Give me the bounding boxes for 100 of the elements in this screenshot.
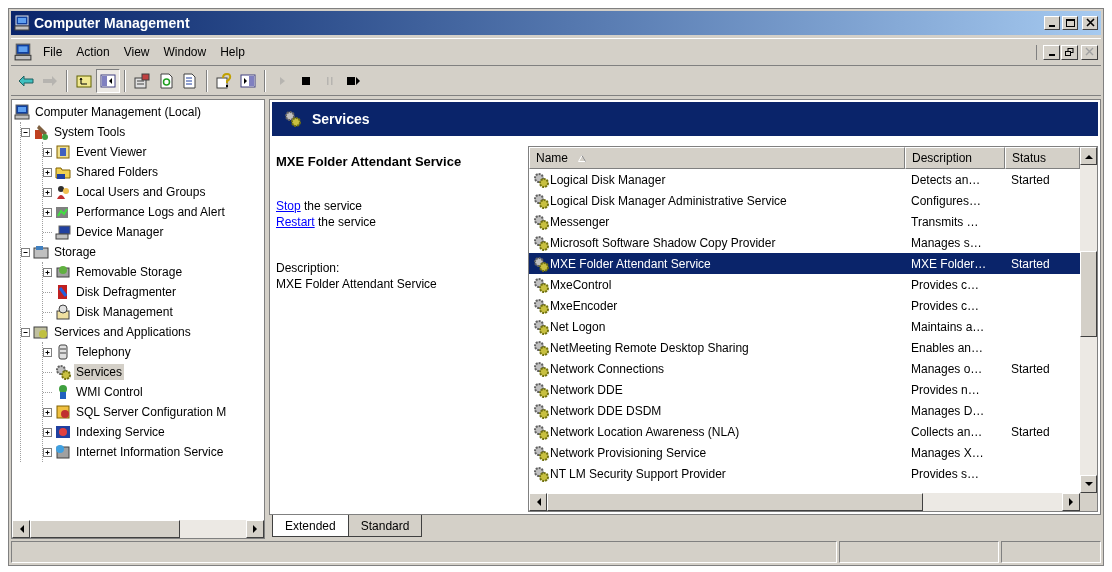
service-name: MxeEncoder — [550, 297, 618, 315]
expand-icon[interactable] — [43, 427, 52, 437]
action-link[interactable]: Stop — [276, 198, 301, 213]
service-description: Detects an… — [911, 172, 981, 187]
tree-item[interactable]: Performance Logs and Alert — [74, 204, 227, 220]
expand-icon[interactable] — [43, 267, 52, 277]
table-row[interactable]: Net Logon Maintains a… — [529, 316, 1080, 337]
column-header[interactable]: Status — [1005, 147, 1080, 169]
close-icon — [1084, 47, 1095, 57]
table-row[interactable]: Network Location Awareness (NLA) Collects an… Started — [529, 421, 1080, 442]
table-row[interactable]: Network Connections Manages o… Started — [529, 358, 1080, 379]
close-button[interactable] — [1082, 16, 1098, 30]
action-text: Stop the service — [276, 197, 364, 214]
table-row[interactable]: Network DDE Provides n… — [529, 379, 1080, 400]
computer-icon — [14, 104, 30, 120]
gears-icon — [533, 423, 549, 440]
tree-item[interactable]: Local Users and Groups — [74, 184, 208, 200]
gears-icon — [533, 360, 549, 377]
gears-icon — [533, 213, 549, 230]
left-arrow-icon — [18, 525, 24, 533]
expand-icon[interactable] — [43, 407, 52, 417]
tree-item[interactable]: Removable Storage — [74, 264, 185, 280]
service-status: Started — [1011, 172, 1050, 187]
service-description: Provides c… — [911, 298, 980, 313]
service-description: Collects an… — [911, 424, 983, 439]
view-tab[interactable]: Extended — [272, 515, 349, 537]
console-tree-button[interactable] — [96, 68, 120, 93]
right-arrow-icon — [252, 525, 258, 533]
tree-item[interactable]: Computer Management (Local) — [33, 104, 204, 120]
minimize-button[interactable] — [1044, 16, 1060, 30]
tools-icon — [33, 124, 49, 140]
table-row[interactable]: Logical Disk Manager Administrative Service Configures… — [529, 190, 1080, 211]
column-header[interactable]: Name — [529, 147, 905, 169]
collapse-icon[interactable] — [21, 247, 30, 257]
horizontal-scrollbar[interactable] — [529, 493, 1080, 511]
service-description: Maintains a… — [911, 319, 985, 334]
expand-icon[interactable] — [43, 147, 52, 157]
tree-item[interactable]: Event Viewer — [74, 144, 149, 160]
table-row[interactable]: MXE Folder Attendant Service MXE Folder… Started — [529, 253, 1080, 274]
expand-icon[interactable] — [43, 447, 52, 457]
menu-item[interactable]: File — [36, 42, 70, 62]
table-row[interactable]: Logical Disk Manager Detects an… Started — [529, 169, 1080, 190]
minimize-button[interactable] — [1043, 44, 1060, 60]
log-icon — [55, 144, 71, 160]
action-link[interactable]: Restart — [276, 214, 315, 229]
tree-item[interactable]: Telephony — [74, 344, 133, 360]
tree-item[interactable]: Services — [74, 364, 124, 380]
tree-item[interactable]: Shared Folders — [74, 164, 161, 180]
computer-icon — [14, 43, 32, 61]
scrollbar-corner — [1080, 493, 1097, 511]
minimize-icon — [1048, 54, 1055, 56]
menu-item[interactable]: Window — [156, 42, 214, 62]
gears-icon — [533, 255, 549, 272]
view-tab[interactable]: Standard — [347, 515, 423, 537]
tree-item[interactable]: Storage — [52, 244, 99, 260]
horizontal-scrollbar[interactable] — [12, 520, 264, 538]
service-name: MXE Folder Attendant Service — [550, 255, 711, 273]
pane-title: Services — [312, 109, 370, 129]
restore-button[interactable] — [1061, 44, 1078, 60]
menu-item[interactable]: Action — [69, 42, 117, 62]
help-icon — [216, 72, 232, 89]
menu-item[interactable]: View — [116, 42, 157, 62]
service-description: Manages o… — [911, 361, 983, 376]
service-description: Provides s… — [911, 466, 980, 481]
collapse-icon[interactable] — [21, 327, 30, 337]
tree-item[interactable]: WMI Control — [74, 384, 145, 400]
computer-icon — [14, 15, 30, 31]
plus-icon — [45, 429, 50, 435]
expand-icon[interactable] — [43, 347, 52, 357]
table-row[interactable]: Messenger Transmits … — [529, 211, 1080, 232]
column-header[interactable]: Description — [905, 147, 1005, 169]
plus-icon — [45, 209, 50, 215]
tree-item[interactable]: SQL Server Configuration M — [74, 404, 229, 420]
description-label: Description: — [276, 259, 341, 276]
table-row[interactable]: Microsoft Software Shadow Copy Provider Manages s… — [529, 232, 1080, 253]
minimize-icon — [1049, 25, 1055, 27]
plus-icon — [45, 449, 50, 455]
tree-item[interactable]: Disk Defragmenter — [74, 284, 179, 300]
tree-item[interactable]: Indexing Service — [74, 424, 167, 440]
gears-icon — [284, 110, 302, 128]
tree-item[interactable]: Disk Management — [74, 304, 175, 320]
tree-item[interactable]: Services and Applications — [52, 324, 193, 340]
plus-icon — [45, 189, 50, 195]
table-row[interactable]: NetMeeting Remote Desktop Sharing Enables an… — [529, 337, 1080, 358]
vertical-scrollbar[interactable] — [1080, 147, 1097, 493]
tree-item[interactable]: Internet Information Service — [74, 444, 226, 460]
table-row[interactable]: MxeEncoder Provides c… — [529, 295, 1080, 316]
table-row[interactable]: Network Provisioning Service Manages X… — [529, 442, 1080, 463]
tree-item[interactable]: Device Manager — [74, 224, 166, 240]
collapse-icon[interactable] — [21, 127, 30, 137]
expand-icon[interactable] — [43, 187, 52, 197]
table-row[interactable]: MxeControl Provides c… — [529, 274, 1080, 295]
expand-icon[interactable] — [43, 207, 52, 217]
table-row[interactable]: Network DDE DSDM Manages D… — [529, 400, 1080, 421]
menu-item[interactable]: Help — [213, 42, 252, 62]
tree-item[interactable]: System Tools — [52, 124, 128, 140]
maximize-button[interactable] — [1062, 16, 1078, 30]
table-row[interactable]: NT LM Security Support Provider Provides s… — [529, 463, 1080, 484]
gears-icon — [533, 318, 549, 335]
expand-icon[interactable] — [43, 167, 52, 177]
